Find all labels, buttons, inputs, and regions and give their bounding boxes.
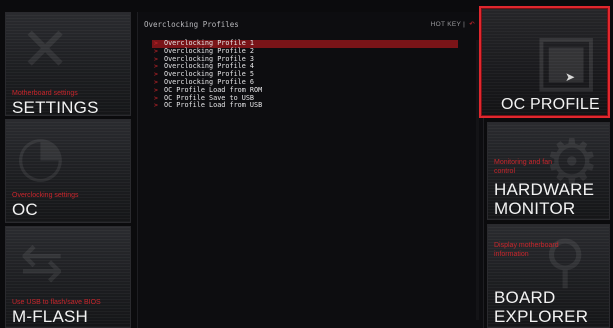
profile-menu-item-label: Overclocking Profile 4 <box>164 62 255 71</box>
oc-profiles-panel: Overclocking Profiles HOT KEY | ↶ > Overc… <box>137 12 484 328</box>
hardware-monitor-title-line2: MONITOR <box>494 199 576 218</box>
hardware-monitor-tile[interactable]: ⚙ Monitoring and fan control HARDWARE MO… <box>487 122 610 220</box>
profile-menu-item-label: OC Profile Load from USB <box>164 101 263 110</box>
profile-menu-item-label: Overclocking Profile 1 <box>164 39 255 47</box>
chip-icon: ▣ <box>533 18 600 100</box>
oc-subtitle: Overclocking settings <box>12 192 79 199</box>
profile-menu-item-label: OC Profile Load from ROM <box>164 85 263 94</box>
settings-subtitle: Motherboard settings <box>12 90 78 97</box>
board-explorer-subtitle: Display motherboard information <box>494 242 559 258</box>
board-explorer-title-line1: BOARD <box>494 288 556 307</box>
oc-profile-title: OC PROFILE <box>501 96 600 113</box>
profile-menu-item-label: Overclocking Profile 3 <box>164 54 255 63</box>
hardware-monitor-title-line1: HARDWARE <box>494 180 595 199</box>
profile-menu-item-label: Overclocking Profile 5 <box>164 70 255 79</box>
profile-menu-item-label: Overclocking Profile 6 <box>164 77 255 86</box>
magnifier-icon: ⚲ <box>544 227 587 295</box>
undo-icon[interactable]: ↶ <box>469 21 475 28</box>
hotkey-bar: HOT KEY | ↶ <box>431 20 475 28</box>
mouse-cursor-icon: ➤ <box>565 70 576 84</box>
settings-tile[interactable]: ✕ Motherboard settings SETTINGS <box>5 12 131 116</box>
hotkey-separator: | <box>463 21 466 28</box>
profile-menu-item-label: OC Profile Save to USB <box>164 93 255 102</box>
board-explorer-tile[interactable]: ⚲ Display motherboard information BOARD … <box>487 224 610 328</box>
speedometer-icon: ◔ <box>16 124 65 189</box>
board-explorer-title-line2: EXPLORER <box>494 307 589 326</box>
hotkey-label[interactable]: HOT KEY <box>431 21 461 28</box>
usb-icon: ⇆ <box>20 233 64 293</box>
settings-title: SETTINGS <box>12 98 99 116</box>
oc-tile[interactable]: ◔ Overclocking settings OC <box>5 119 131 223</box>
m-flash-title: M-FLASH <box>12 307 89 326</box>
wrench-screwdriver-icon: ✕ <box>20 15 71 85</box>
chevron-right-icon: > <box>154 101 158 110</box>
profile-menu-item[interactable]: > OC Profile Load from USB <box>152 101 458 110</box>
oc-title: OC <box>12 200 38 219</box>
m-flash-tile[interactable]: ⇆ Use USB to flash/save BIOS M-FLASH <box>5 226 131 328</box>
oc-profile-tile[interactable]: ▣ ➤ OC PROFILE <box>479 6 610 118</box>
profile-menu-item-label: Overclocking Profile 2 <box>164 46 255 55</box>
panel-title: Overclocking Profiles <box>144 20 239 29</box>
profile-menu-list: > Overclocking Profile 1 > Overclocking Pro… <box>152 39 458 110</box>
hardware-monitor-subtitle: Monitoring and fan control <box>494 159 552 175</box>
m-flash-subtitle: Use USB to flash/save BIOS <box>12 299 101 306</box>
